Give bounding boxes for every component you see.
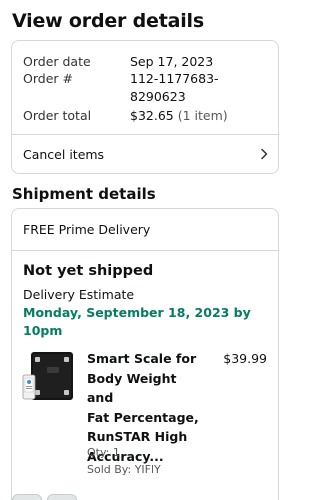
shipment-card: FREE Prime Delivery Not yet shipped Deli… (11, 208, 279, 500)
cancel-items-label: Cancel items (23, 147, 105, 162)
order-total-amount: $32.65 (130, 108, 174, 123)
chevron-right-icon (261, 148, 268, 160)
order-total-value: $32.65 (1 item) (130, 107, 228, 125)
order-item-count: (1 item) (177, 108, 228, 123)
action-chip[interactable] (12, 494, 42, 500)
order-date-value: Sep 17, 2023 (130, 54, 214, 69)
product-title-line: Smart Scale for (87, 351, 197, 366)
product-title-line: RunSTAR High (87, 429, 188, 444)
product-title-line: Fat Percentage, (87, 409, 199, 425)
product-seller: Sold By: YIFlY (87, 463, 161, 476)
delivery-estimate-date: Monday, September 18, 2023 by 10pm (23, 304, 273, 340)
cancel-items-row[interactable]: Cancel items (12, 135, 278, 174)
delivery-type: FREE Prime Delivery (23, 222, 151, 237)
shipment-details-heading: Shipment details (12, 185, 156, 203)
order-total-label: Order total (23, 108, 92, 123)
order-number-value-line2: 8290623 (130, 89, 186, 104)
product-title-line: Body Weight and (87, 370, 177, 406)
order-summary-card: Order date Sep 17, 2023 Order # 112-1177… (11, 40, 279, 174)
product-quantity: Qty: 1 (87, 446, 120, 459)
order-date-label: Order date (23, 54, 91, 69)
product-price: $39.99 (223, 351, 267, 366)
delivery-estimate-line2: 10pm (23, 323, 63, 338)
product-image[interactable] (22, 351, 74, 403)
page-title: View order details (12, 10, 204, 32)
action-chip[interactable] (47, 494, 77, 500)
divider (12, 250, 278, 251)
delivery-estimate-label: Delivery Estimate (23, 287, 135, 302)
order-number-label: Order # (23, 71, 73, 86)
shipment-status: Not yet shipped (23, 263, 154, 279)
delivery-estimate-line1: Monday, September 18, 2023 by (23, 305, 251, 320)
order-number-value-line1: 112-1177683- (130, 71, 219, 86)
